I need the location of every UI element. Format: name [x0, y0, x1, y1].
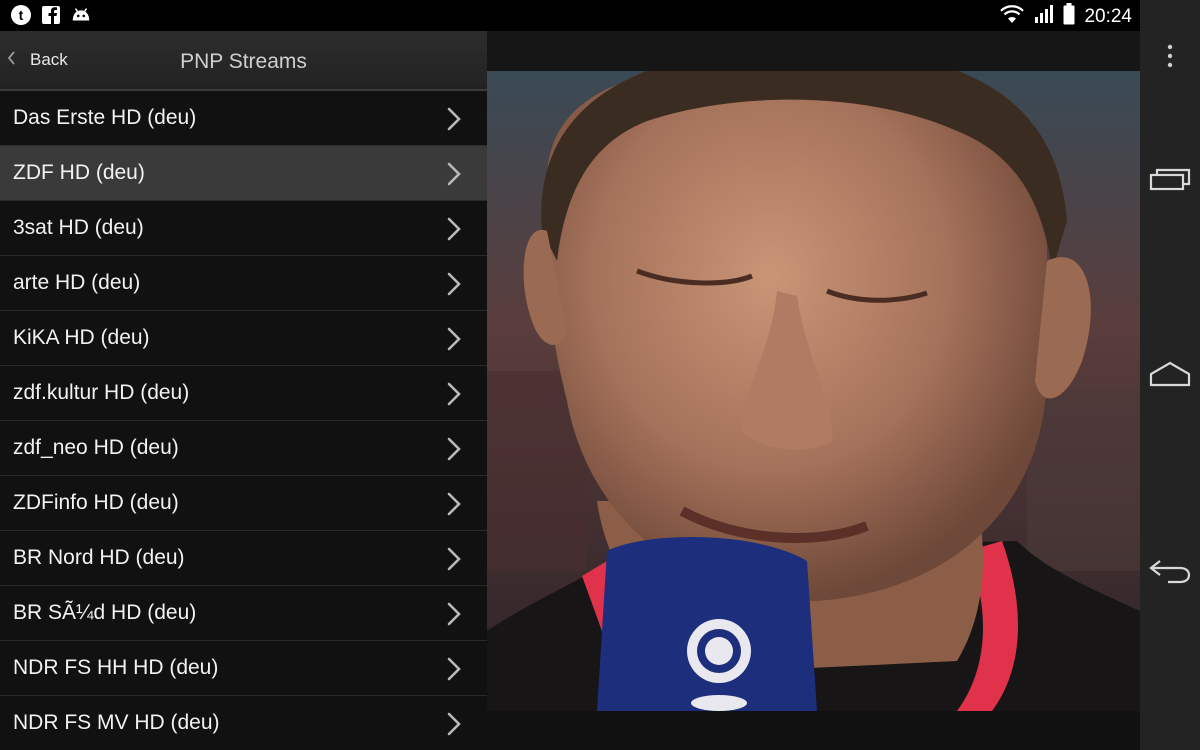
list-item[interactable]: zdf.kultur HD (deu): [0, 366, 487, 421]
list-item[interactable]: ZDFinfo HD (deu): [0, 476, 487, 531]
list-item[interactable]: NDR FS MV HD (deu): [0, 696, 487, 750]
video-frame[interactable]: [487, 71, 1140, 711]
stream-label: arte HD (deu): [13, 271, 141, 294]
list-item[interactable]: ZDF HD (deu): [0, 146, 487, 201]
wifi-icon: [999, 4, 1025, 29]
stream-label: zdf.kultur HD (deu): [13, 381, 190, 404]
back-nav-icon[interactable]: [1140, 557, 1200, 585]
video-player[interactable]: [487, 31, 1140, 750]
overflow-menu-icon[interactable]: [1140, 44, 1200, 68]
action-bar: PNP Streams Back: [0, 31, 487, 91]
stream-label: BR Nord HD (deu): [13, 546, 185, 569]
page-title: PNP Streams: [180, 50, 307, 73]
stream-list-pane: PNP Streams Back Das Erste HD (deu) ZDF H…: [0, 31, 487, 750]
stream-label: ZDFinfo HD (deu): [13, 491, 179, 514]
android-debug-icon: [70, 4, 92, 26]
facebook-icon: [40, 4, 62, 26]
chevron-right-icon: [443, 546, 465, 572]
list-item[interactable]: 3sat HD (deu): [0, 201, 487, 256]
video-top-bar: [487, 31, 1140, 71]
stream-label: Das Erste HD (deu): [13, 106, 197, 129]
chevron-right-icon: [443, 161, 465, 187]
home-icon[interactable]: [1140, 360, 1200, 388]
chevron-right-icon: [443, 711, 465, 737]
chevron-left-icon: [6, 50, 16, 71]
back-button[interactable]: Back: [6, 31, 68, 89]
system-nav-bar: [1140, 0, 1200, 750]
list-item[interactable]: BR SÃ¼d HD (deu): [0, 586, 487, 641]
chevron-right-icon: [443, 216, 465, 242]
stream-label: 3sat HD (deu): [13, 216, 144, 239]
chevron-right-icon: [443, 106, 465, 132]
tapatalk-icon: t: [10, 4, 32, 26]
stream-list: Das Erste HD (deu) ZDF HD (deu) 3sat HD (d…: [0, 91, 487, 750]
video-bottom-bar: [487, 711, 1140, 750]
chevron-right-icon: [443, 601, 465, 627]
recent-apps-icon[interactable]: [1140, 165, 1200, 193]
list-item[interactable]: KiKA HD (deu): [0, 311, 487, 366]
chevron-right-icon: [443, 656, 465, 682]
list-item[interactable]: BR Nord HD (deu): [0, 531, 487, 586]
back-button-label: Back: [30, 50, 68, 69]
battery-icon: [1063, 3, 1075, 30]
stream-label: NDR FS MV HD (deu): [13, 711, 220, 734]
chevron-right-icon: [443, 381, 465, 407]
chevron-right-icon: [443, 436, 465, 462]
list-item[interactable]: NDR FS HH HD (deu): [0, 641, 487, 696]
svg-text:t: t: [19, 7, 24, 23]
stream-label: zdf_neo HD (deu): [13, 436, 179, 459]
status-bar: t 20:24: [0, 0, 1140, 31]
chevron-right-icon: [443, 491, 465, 517]
status-clock: 20:24: [1084, 5, 1132, 27]
stream-label: KiKA HD (deu): [13, 326, 150, 349]
cell-signal-icon: [1034, 4, 1054, 29]
chevron-right-icon: [443, 271, 465, 297]
stream-label: ZDF HD (deu): [13, 161, 145, 184]
list-item[interactable]: Das Erste HD (deu): [0, 91, 487, 146]
list-item[interactable]: zdf_neo HD (deu): [0, 421, 487, 476]
chevron-right-icon: [443, 326, 465, 352]
stream-label: BR SÃ¼d HD (deu): [13, 601, 197, 624]
list-item[interactable]: arte HD (deu): [0, 256, 487, 311]
stream-label: NDR FS HH HD (deu): [13, 656, 219, 679]
